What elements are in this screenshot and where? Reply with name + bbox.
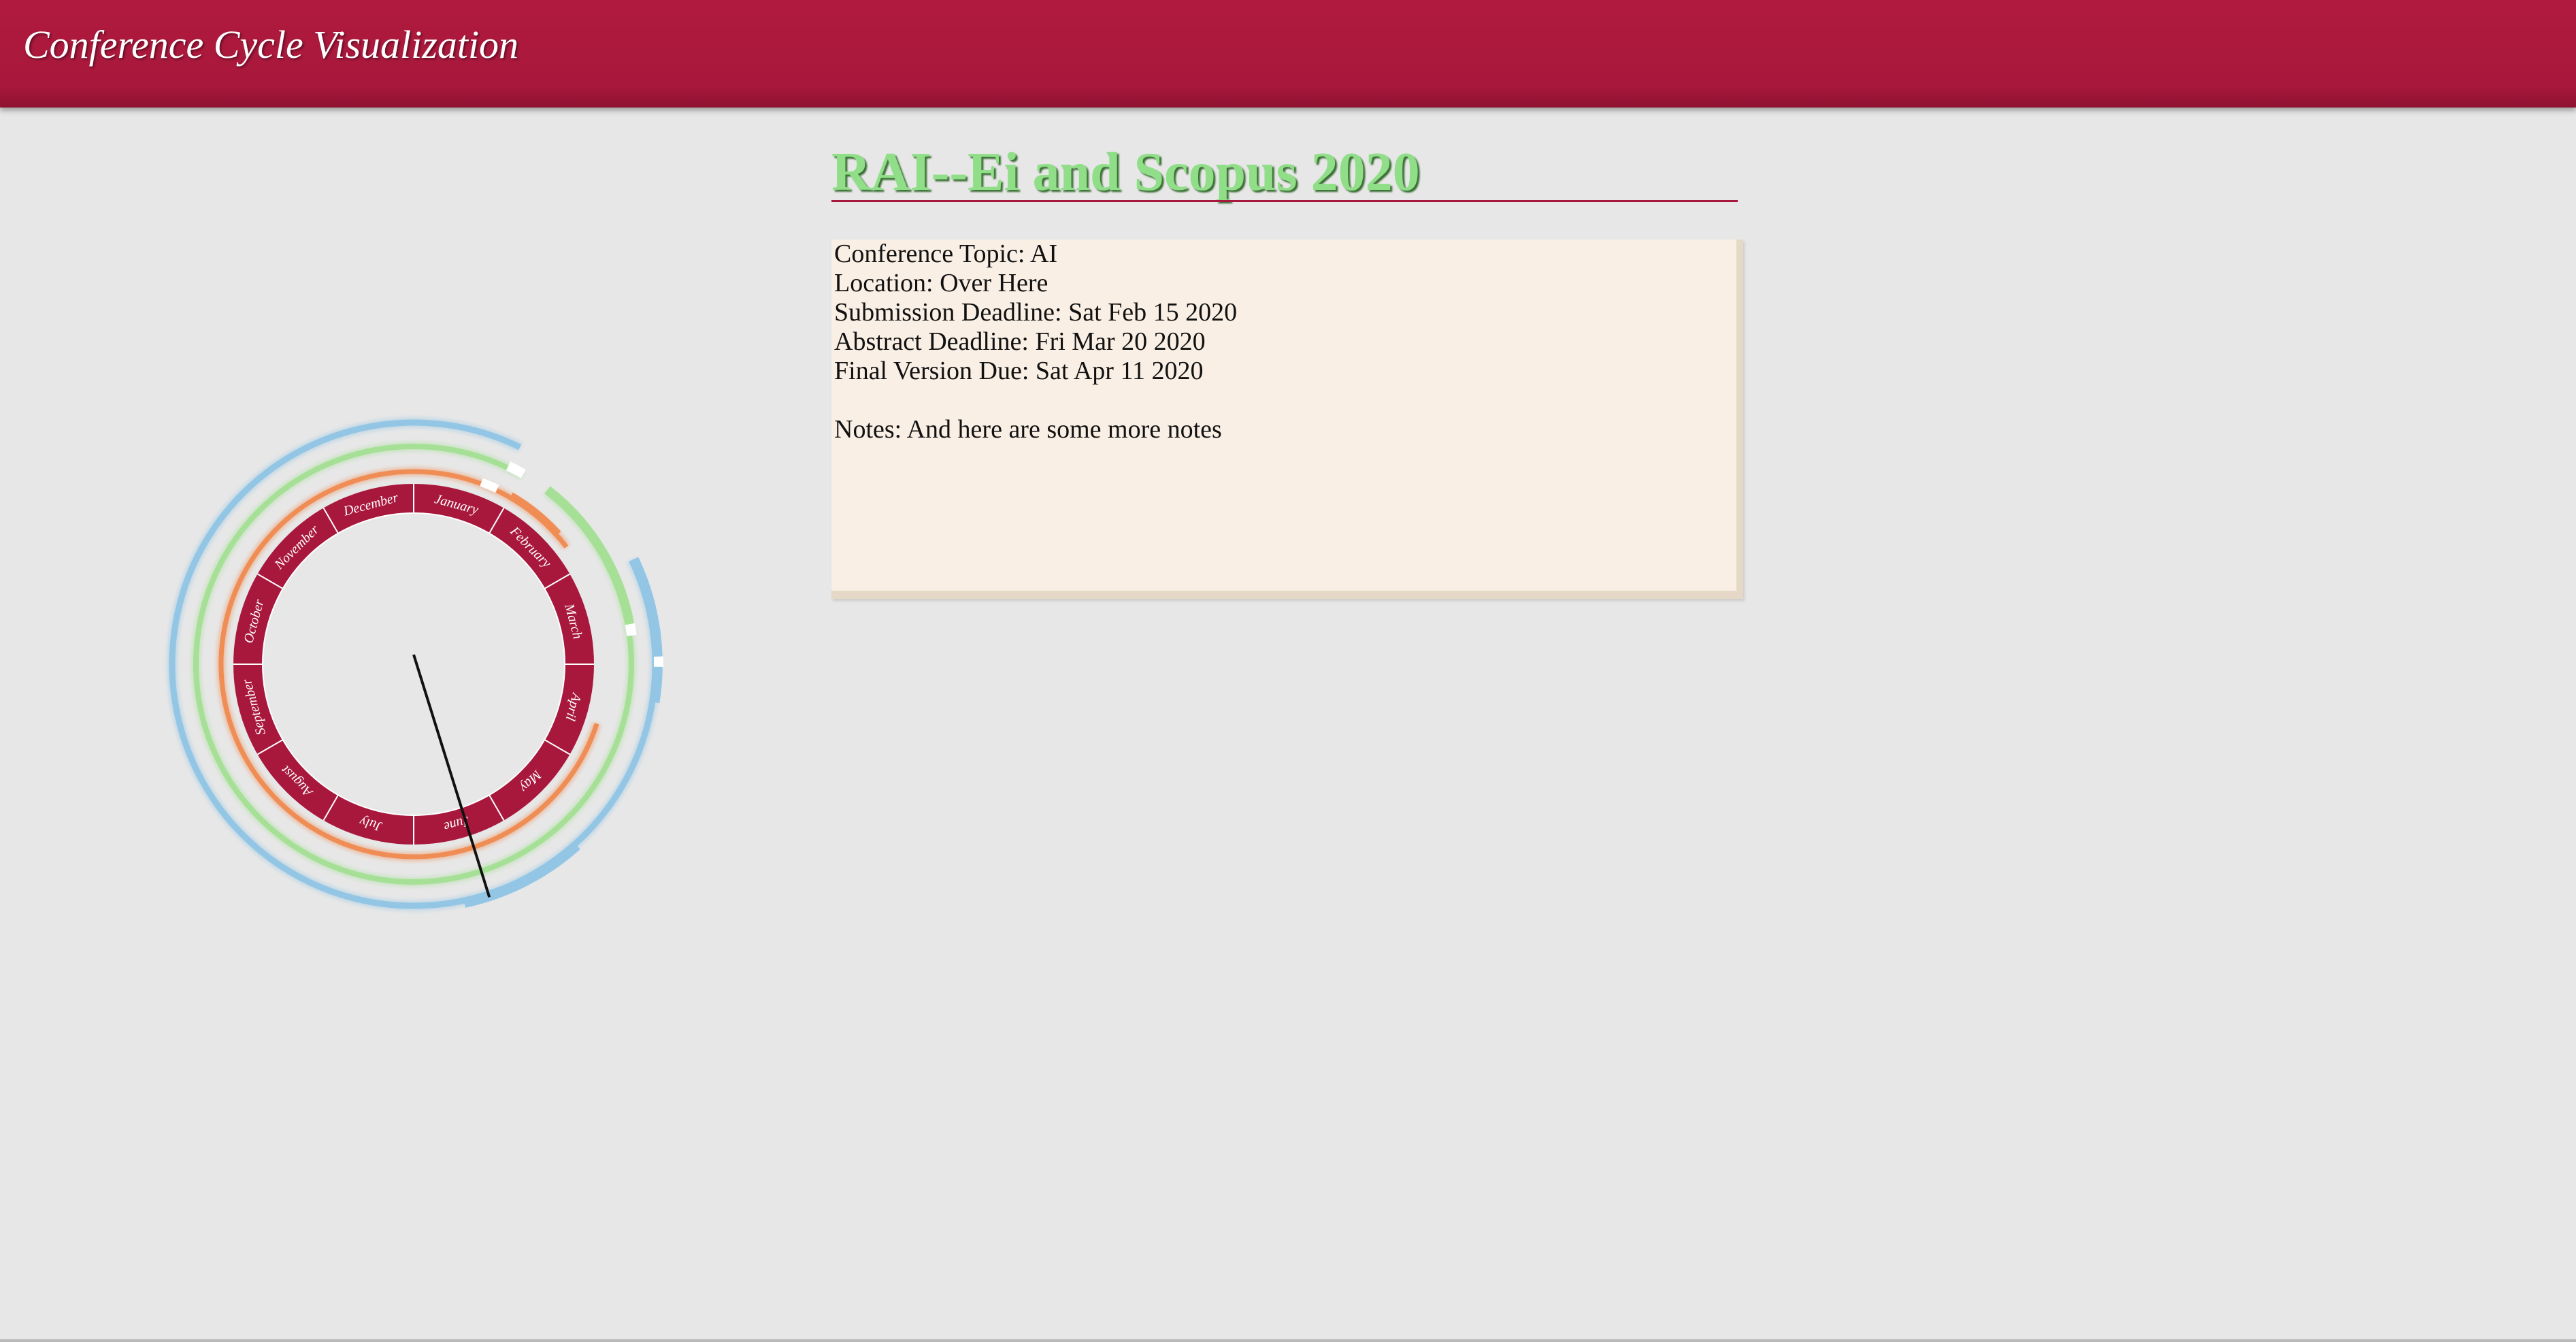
title-underline bbox=[831, 200, 1738, 202]
conference-details-panel: Conference Topic: AI Location: Over Here… bbox=[831, 240, 1743, 599]
conference-title: RAI--Ei and Scopus 2020 bbox=[831, 142, 1420, 202]
app-title: Conference Cycle Visualization bbox=[23, 22, 519, 67]
final-version-due: Final Version Due: Sat Apr 11 2020 bbox=[834, 357, 1204, 385]
orange-deadline-ring bbox=[216, 467, 601, 862]
month-ring-inner-edge bbox=[262, 512, 565, 816]
bottom-border bbox=[0, 1339, 2576, 1342]
conference-notes: Notes: And here are some more notes bbox=[834, 415, 1222, 444]
abstract-deadline: Abstract Deadline: Fri Mar 20 2020 bbox=[834, 327, 1206, 356]
submission-deadline: Submission Deadline: Sat Feb 15 2020 bbox=[834, 298, 1238, 327]
conference-location: Location: Over Here bbox=[834, 269, 1048, 297]
green-deadline-tick bbox=[625, 623, 637, 636]
blue-deadline-segment bbox=[629, 557, 663, 704]
conference-cycle-wheel[interactable]: JanuaryFebruaryMarchAprilMayJuneJulyAugu… bbox=[156, 402, 680, 926]
conference-topic: Conference Topic: AI bbox=[834, 240, 1057, 268]
app-header: Conference Cycle Visualization bbox=[0, 0, 2576, 108]
month-ring: JanuaryFebruaryMarchAprilMayJuneJulyAugu… bbox=[233, 484, 594, 845]
orange-ring-arc bbox=[218, 469, 599, 860]
